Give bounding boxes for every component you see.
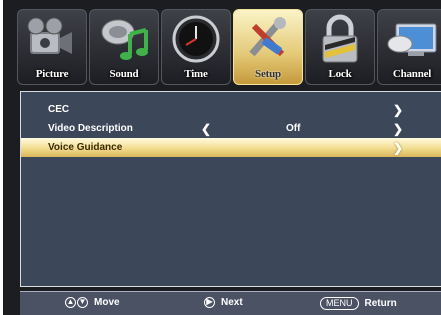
tab-label: Lock [328,68,352,80]
tab-picture[interactable]: Picture [17,9,87,85]
return-hint: MENU Return [320,297,397,310]
menu-item-label: CEC [48,104,70,115]
clock-icon [172,15,220,63]
chevron-right-icon[interactable]: ❯ [393,103,403,117]
chevron-right-icon[interactable]: ❯ [393,122,403,136]
tab-label: Channel [392,68,432,80]
tools-icon [249,17,286,57]
return-hint-label: Return [364,298,397,309]
tab-setup[interactable]: Setup [233,9,303,85]
music-note-icon [101,19,148,60]
tab-time[interactable]: Time [161,9,231,85]
tab-label: Sound [109,68,139,80]
menu-item-label: Voice Guidance [48,142,123,153]
tv-osd-frame: Picture Sound Time Setup Lock Channel CE… [3,0,441,315]
menu-item-voice-guidance[interactable]: Voice Guidance ❯ [21,138,441,157]
tab-label: Time [184,68,208,80]
next-hint-label: Next [221,297,243,308]
tab-sound[interactable]: Sound [89,9,159,85]
up-down-arrows-icon: ▲ ▼ [65,297,88,308]
menu-item-value: Off [286,123,301,134]
tab-channel[interactable]: Channel [377,9,441,85]
tab-label: Picture [35,68,69,80]
padlock-icon [322,14,358,63]
menu-key-icon: MENU [320,297,359,310]
move-hint: ▲ ▼ Move [65,297,120,308]
next-hint: ▶ Next [204,297,243,308]
chevron-left-icon[interactable]: ❮ [201,122,211,136]
menu-item-video-description[interactable]: Video Description ❮ Off ❯ [21,119,441,138]
menu-tab-bar: Picture Sound Time Setup Lock Channel [17,9,441,85]
camera-icon [27,17,72,54]
move-hint-label: Move [94,297,120,308]
satellite-dish-icon [387,23,437,56]
menu-item-label: Video Description [48,123,133,134]
menu-item-cec[interactable]: CEC ❯ [21,100,441,119]
key-hint-bar: ▲ ▼ Move ▶ Next MENU Return [20,291,441,315]
tab-label: Setup [255,68,281,80]
setup-menu-panel: CEC ❯ Video Description ❮ Off ❯ Voice Gu… [20,91,441,287]
chevron-right-icon[interactable]: ❯ [393,141,403,155]
right-arrow-circle-icon: ▶ [204,297,215,308]
tab-lock[interactable]: Lock [305,9,375,85]
